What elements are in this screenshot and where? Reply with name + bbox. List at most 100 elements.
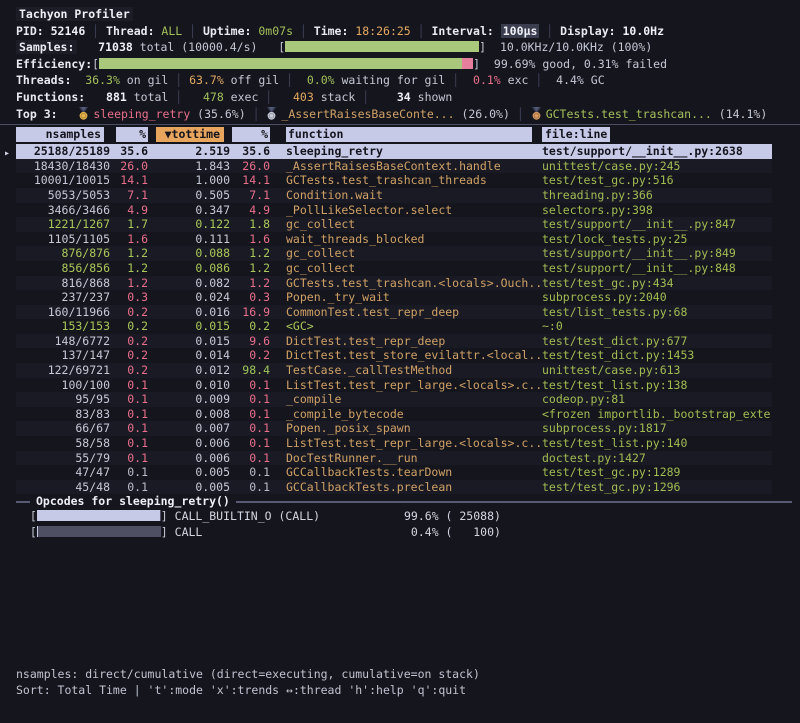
table-row[interactable]: 95/950.10.0090.1_compilecodeop.py:81: [16, 392, 772, 407]
samples-khz: 10.0KHz/10.0KHz (100%): [500, 40, 652, 54]
opcode-bar-row: [] CALL_BUILTIN_O (CALL)99.6% ( 25088): [0, 509, 800, 524]
info-value: 52146: [51, 24, 86, 38]
table-row[interactable]: 1221/12671.70.1221.8gc_collecttest/suppo…: [16, 217, 772, 232]
cell-direct-pct: 35.6: [110, 144, 148, 159]
table-row[interactable]: 47/470.10.0050.1GCCallbackTests.tearDown…: [16, 465, 772, 480]
cell-direct-pct: 0.2: [110, 334, 148, 349]
table-row[interactable]: 58/580.10.0060.1ListTest.test_repr_large…: [16, 436, 772, 451]
table-row[interactable]: 137/1470.20.0140.2DictTest.test_store_ev…: [16, 348, 772, 363]
cell-function: CommonTest.test_repr_deep: [286, 305, 542, 320]
cell-tottime: 0.086: [148, 261, 230, 276]
cell-cumulative-pct: 1.2: [230, 246, 270, 261]
table-row[interactable]: 25188/2518935.62.51935.6sleeping_retryte…: [16, 144, 772, 159]
samples-progress-bar: [285, 41, 479, 52]
cell-direct-pct: 26.0: [110, 159, 148, 174]
cell-gap: [270, 334, 286, 349]
table-row[interactable]: 1105/11051.60.1111.6wait_threads_blocked…: [16, 232, 772, 247]
table-row[interactable]: 153/1530.20.0150.2<GC>~:0: [16, 319, 772, 334]
cell-tottime: 0.005: [148, 480, 230, 495]
cell-direct-pct: 4.9: [110, 203, 148, 218]
cell-cumulative-pct: 26.0: [230, 159, 270, 174]
cell-nsamples: 816/868: [16, 276, 110, 291]
column-header-[interactable]: %: [110, 127, 148, 143]
cell-tottime: 0.006: [148, 451, 230, 466]
cell-gap: [270, 407, 286, 422]
table-row[interactable]: 55/790.10.0060.1DocTestRunner.__rundocte…: [16, 451, 772, 466]
table-row[interactable]: 816/8681.20.0821.2GCTests.test_trashcan.…: [16, 276, 772, 291]
table-row[interactable]: 856/8561.20.0861.2gc_collecttest/support…: [16, 261, 772, 276]
column-header-[interactable]: %: [230, 127, 270, 143]
table-row[interactable]: 160/119660.20.01616.9CommonTest.test_rep…: [16, 305, 772, 320]
cell-file-line: test/lock_tests.py:25: [542, 232, 772, 247]
functions-table: nsamples%▼tottime% functionfile:line 2518…: [0, 124, 800, 494]
cell-tottime: 0.006: [148, 436, 230, 451]
stat-value: 0.0%: [300, 73, 335, 87]
cell-file-line: test/support/__init__.py:2638: [542, 144, 772, 159]
bronze-medal-icon: [531, 107, 542, 123]
table-body: 25188/2518935.62.51935.6sleeping_retryte…: [0, 144, 800, 494]
cell-gap: [270, 203, 286, 218]
profiler-terminal: Tachyon Profiler PID: 52146 │ Thread: AL…: [0, 0, 800, 723]
table-row[interactable]: 3466/34664.90.3474.9_PollLikeSelector.se…: [16, 203, 772, 218]
cell-tottime: 0.014: [148, 348, 230, 363]
cell-cumulative-pct: 0.2: [230, 348, 270, 363]
cell-nsamples: 55/79: [16, 451, 110, 466]
cell-tottime: 1.843: [148, 159, 230, 174]
table-row[interactable]: 5053/50537.10.5057.1Condition.waitthread…: [16, 188, 772, 203]
cell-function: _compile_bytecode: [286, 407, 542, 422]
process-info-line: PID: 52146 │ Thread: ALL │ Uptime: 0m07s…: [0, 23, 800, 40]
column-header-function[interactable]: function: [286, 127, 542, 143]
table-row[interactable]: 100/1000.10.0100.1ListTest.test_repr_lar…: [16, 378, 772, 393]
cell-tottime: 0.009: [148, 392, 230, 407]
cell-direct-pct: 0.2: [110, 348, 148, 363]
table-row[interactable]: 45/480.10.0050.1GCCallbackTests.preclean…: [16, 480, 772, 495]
cell-tottime: 0.347: [148, 203, 230, 218]
cell-cumulative-pct: 1.2: [230, 276, 270, 291]
column-header-nsamples[interactable]: nsamples: [16, 127, 110, 143]
cell-gap: [270, 392, 286, 407]
cell-function: gc_collect: [286, 217, 542, 232]
cell-file-line: test/test_list.py:138: [542, 378, 772, 393]
info-value: 0m07s: [258, 24, 293, 38]
table-header-row: nsamples%▼tottime% functionfile:line: [16, 127, 772, 143]
table-row[interactable]: 18430/1843026.01.84326.0_AssertRaisesBas…: [16, 159, 772, 174]
table-row[interactable]: 122/697210.20.01298.4TestCase._callTestM…: [16, 363, 772, 378]
info-value: 18:26:25: [355, 24, 410, 38]
cell-direct-pct: 1.2: [110, 261, 148, 276]
rule-left: [16, 501, 30, 503]
column-header-tottime[interactable]: ▼tottime: [148, 127, 230, 143]
cell-file-line: subprocess.py:2040: [542, 290, 772, 305]
cell-gap: [270, 480, 286, 495]
cell-tottime: 0.008: [148, 407, 230, 422]
cell-tottime: 0.088: [148, 246, 230, 261]
table-row[interactable]: 876/8761.20.0881.2gc_collecttest/support…: [16, 246, 772, 261]
info-label: Display:: [560, 24, 622, 38]
cell-direct-pct: 1.7: [110, 217, 148, 232]
column-header-fileline[interactable]: file:line: [542, 127, 772, 143]
cell-tottime: 2.519: [148, 144, 230, 159]
cell-direct-pct: 14.1: [110, 173, 148, 188]
opcode-name: CALL_BUILTIN_O (CALL): [175, 509, 320, 523]
cell-nsamples: 18430/18430: [16, 159, 110, 174]
cell-tottime: 0.016: [148, 305, 230, 320]
cell-gap: [270, 363, 286, 378]
opcode-bar: [37, 526, 161, 537]
table-row[interactable]: 237/2370.30.0240.3Popen._try_waitsubproc…: [16, 290, 772, 305]
cell-tottime: 0.505: [148, 188, 230, 203]
table-row[interactable]: 10001/1001514.11.00014.1GCTests.test_tra…: [16, 173, 772, 188]
cell-cumulative-pct: 9.6: [230, 334, 270, 349]
stat-value: 36.3%: [85, 73, 120, 87]
selected-row-arrow: ▸: [4, 147, 10, 162]
cell-gap: [270, 465, 286, 480]
cell-cumulative-pct: 0.1: [230, 421, 270, 436]
opcode-pct: 0.4% ( 100): [404, 525, 501, 540]
cell-nsamples: 122/69721: [16, 363, 110, 378]
stat-label: Threads:: [16, 73, 85, 87]
table-row[interactable]: 83/830.10.0080.1_compile_bytecode<frozen…: [16, 407, 772, 422]
table-row[interactable]: 148/67720.20.0159.6DictTest.test_repr_de…: [16, 334, 772, 349]
cell-direct-pct: 0.1: [110, 421, 148, 436]
cell-nsamples: 5053/5053: [16, 188, 110, 203]
cell-file-line: codeop.py:81: [542, 392, 772, 407]
table-row[interactable]: 66/670.10.0070.1Popen._posix_spawnsubpro…: [16, 421, 772, 436]
efficiency-label: Efficiency:: [16, 57, 92, 71]
